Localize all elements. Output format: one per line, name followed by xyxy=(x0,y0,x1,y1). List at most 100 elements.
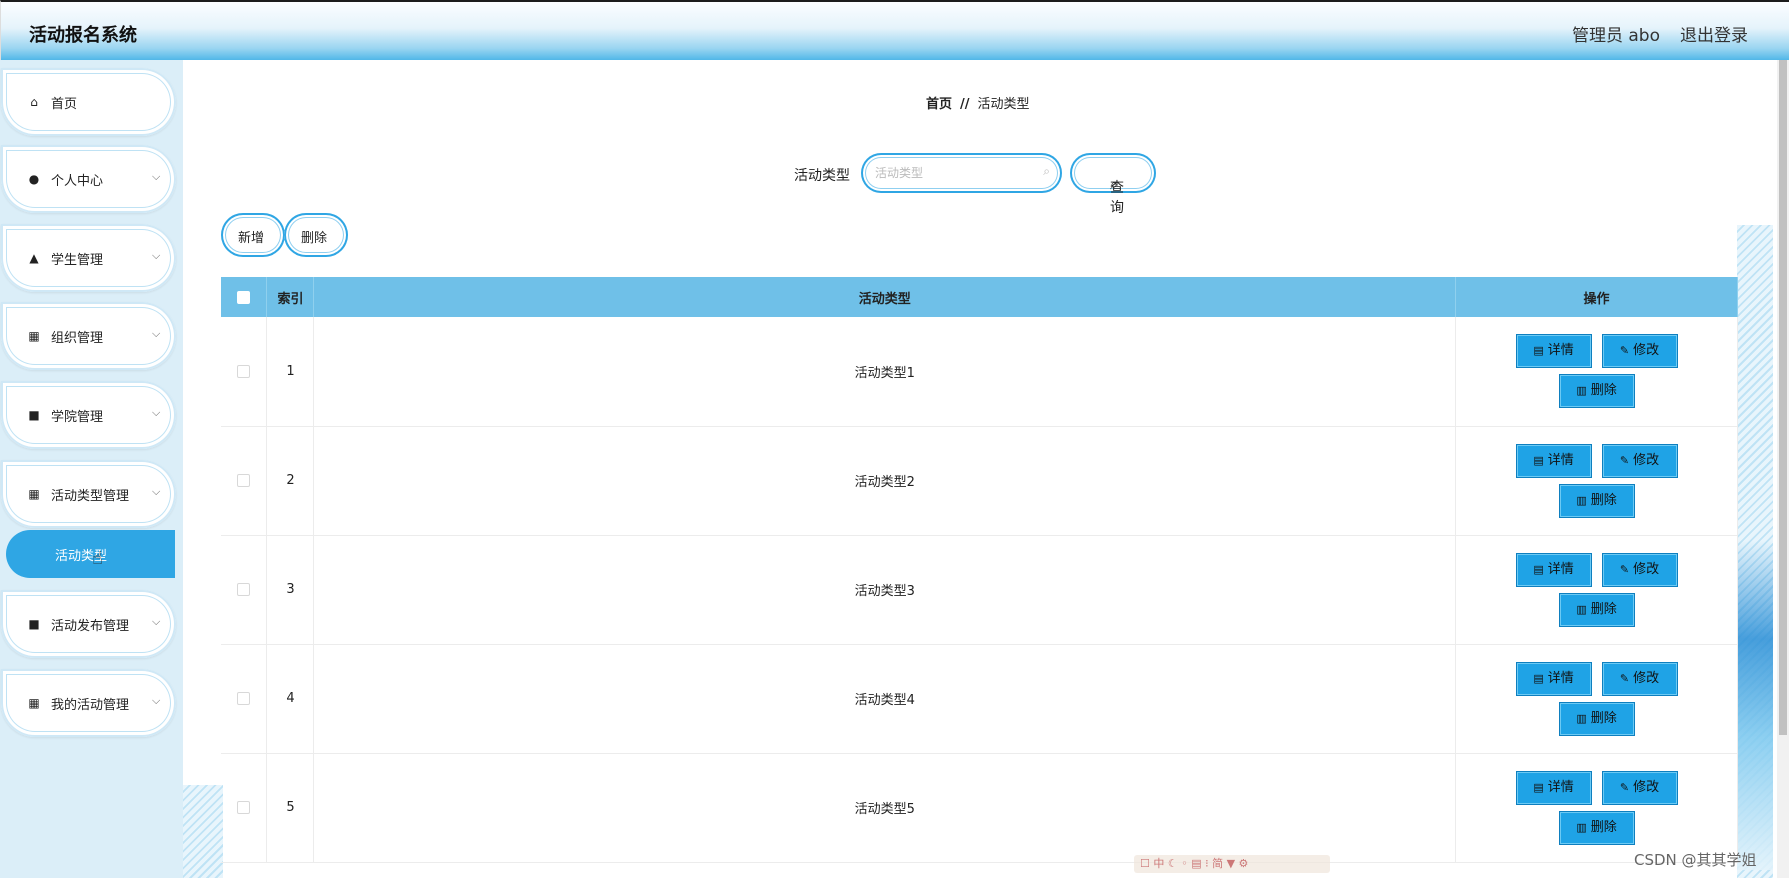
edit-button-label: 修改 xyxy=(1633,779,1660,795)
row-delete-button[interactable]: ▥ 删除 xyxy=(1558,701,1635,736)
sidebar-item-label: 学生管理 xyxy=(51,253,104,268)
sidebar-item-label: 学院管理 xyxy=(51,410,104,425)
sidebar-item-activity-type-management[interactable]: ▦ 活动类型管理 ⌵ xyxy=(1,460,176,528)
column-header-actions: 操作 xyxy=(1455,277,1738,317)
document-icon: ▤ xyxy=(1533,671,1544,685)
search-label: 活动类型 xyxy=(794,168,850,184)
row-delete-button-label: 删除 xyxy=(1590,819,1617,835)
sidebar-item-personal-center[interactable]: ● 个人中心 ⌵ xyxy=(1,145,176,213)
sidebar-item-college-management[interactable]: ■ 学院管理 ⌵ xyxy=(1,381,176,449)
sidebar-item-label: 组织管理 xyxy=(51,331,104,346)
row-delete-button[interactable]: ▥ 删除 xyxy=(1558,483,1635,518)
row-index: 3 xyxy=(266,535,315,645)
detail-button[interactable]: ▤ 详情 xyxy=(1515,443,1592,478)
grid-icon: ▦ xyxy=(28,329,40,343)
detail-button[interactable]: ▤ 详情 xyxy=(1515,770,1592,805)
student-icon: ▲ xyxy=(29,251,39,265)
row-select-cell xyxy=(221,317,268,427)
sidebar: ⌂ 首页 ● 个人中心 ⌵ ▲ 学生管理 ⌵ ▦ 组织管理 ⌵ ■ 学院管理 ⌵… xyxy=(0,60,183,878)
user-info: 管理员 abo xyxy=(1571,26,1660,46)
query-button[interactable]: 查询 ⌕ xyxy=(1070,153,1156,216)
sidebar-item-my-activity-management[interactable]: ▦ 我的活动管理 ⌵ xyxy=(1,669,176,737)
search-box: ⌕ xyxy=(861,153,1062,193)
edit-button[interactable]: ✎ 修改 xyxy=(1601,770,1678,805)
hand-cursor-icon: ☝ xyxy=(92,548,103,569)
row-activity-type: 活动类型4 xyxy=(313,644,1457,754)
pencil-icon: ✎ xyxy=(1619,780,1630,794)
trash-icon: ▥ xyxy=(1576,384,1587,398)
row-delete-button[interactable]: ▥ 删除 xyxy=(1558,592,1635,627)
top-bar: 活动报名系统 管理员 abo 退出登录 xyxy=(0,0,1789,60)
detail-button[interactable]: ▤ 详情 xyxy=(1515,552,1592,587)
detail-button-label: 详情 xyxy=(1547,670,1574,686)
row-checkbox[interactable] xyxy=(237,474,251,487)
row-select-cell xyxy=(221,535,268,645)
scrollbar-thumb[interactable] xyxy=(1779,60,1787,735)
ime-toolbar[interactable]: ☐ 中 ☾ ◦ ▤ ⁝ 简 ▼ ⚙ xyxy=(1134,855,1330,873)
add-button-label: 新增 xyxy=(238,231,265,246)
edit-button-label: 修改 xyxy=(1633,561,1660,577)
sidebar-subitem-activity-type[interactable]: 活动类型 xyxy=(6,530,175,578)
user-icon: ● xyxy=(28,172,40,186)
detail-button[interactable]: ▤ 详情 xyxy=(1515,661,1592,696)
delete-button-label: 删除 xyxy=(301,231,328,246)
chevron-down-icon: ⌵ xyxy=(152,485,161,498)
row-select-cell xyxy=(221,644,268,754)
sidebar-item-home[interactable]: ⌂ 首页 xyxy=(1,68,176,136)
sidebar-item-label: 活动类型管理 xyxy=(51,489,130,504)
grid-icon: ▦ xyxy=(28,487,40,501)
table-row: 2 活动类型2 ▤ 详情 ✎ 修改 ▥ 删除 xyxy=(221,426,1738,536)
breadcrumb-current: 活动类型 xyxy=(977,97,1030,112)
detail-button-label: 详情 xyxy=(1547,343,1574,359)
edit-button[interactable]: ✎ 修改 xyxy=(1601,552,1678,587)
sidebar-item-student-management[interactable]: ▲ 学生管理 ⌵ xyxy=(1,224,176,292)
row-checkbox[interactable] xyxy=(237,364,251,378)
activity-type-table: 索引 活动类型 操作 1 活动类型1 ▤ 详情 ✎ 修改 ▥ 删除 2 活动类型2 ▤ 详… xyxy=(221,277,1738,863)
edit-button[interactable]: ✎ 修改 xyxy=(1601,443,1678,478)
sidebar-item-label: 我的活动管理 xyxy=(51,698,130,713)
table-row: 4 活动类型4 ▤ 详情 ✎ 修改 ▥ 删除 xyxy=(221,644,1738,754)
table-row: 1 活动类型1 ▤ 详情 ✎ 修改 ▥ 删除 xyxy=(221,317,1738,427)
scrollbar[interactable] xyxy=(1777,60,1789,878)
edit-button-label: 修改 xyxy=(1633,452,1660,468)
search-input[interactable] xyxy=(875,163,1035,183)
edit-button[interactable]: ✎ 修改 xyxy=(1601,661,1678,696)
trash-icon: ▥ xyxy=(1576,602,1587,616)
column-header-index: 索引 xyxy=(266,277,315,317)
row-checkbox[interactable] xyxy=(237,692,251,705)
document-icon: ▤ xyxy=(1533,562,1544,576)
select-all-checkbox[interactable] xyxy=(237,290,251,304)
sidebar-item-label: 首页 xyxy=(51,97,78,112)
trash-icon: ▥ xyxy=(1576,711,1587,725)
logout-link[interactable]: 退出登录 xyxy=(1680,21,1748,46)
breadcrumb-separator: // xyxy=(960,97,970,112)
row-delete-button[interactable]: ▥ 删除 xyxy=(1558,810,1635,845)
row-actions: ▤ 详情 ✎ 修改 ▥ 删除 xyxy=(1455,753,1738,863)
delete-button[interactable]: 删除 xyxy=(284,213,348,257)
row-select-cell xyxy=(221,426,268,536)
sidebar-item-organization-management[interactable]: ▦ 组织管理 ⌵ xyxy=(1,302,176,370)
row-checkbox[interactable] xyxy=(237,583,251,596)
edit-button[interactable]: ✎ 修改 xyxy=(1601,334,1678,369)
briefcase-icon: ■ xyxy=(28,617,40,631)
sidebar-item-activity-publish-management[interactable]: ■ 活动发布管理 ⌵ xyxy=(1,590,176,658)
row-actions: ▤ 详情 ✎ 修改 ▥ 删除 xyxy=(1455,535,1738,645)
add-button[interactable]: 新增 xyxy=(221,213,285,257)
row-checkbox[interactable] xyxy=(237,801,251,814)
row-activity-type: 活动类型2 xyxy=(313,426,1457,536)
pencil-icon: ✎ xyxy=(1619,671,1630,685)
document-icon: ▤ xyxy=(1533,780,1544,794)
row-delete-button-label: 删除 xyxy=(1590,601,1617,617)
chevron-down-icon: ⌵ xyxy=(152,170,161,183)
row-delete-button[interactable]: ▥ 删除 xyxy=(1558,374,1635,409)
chevron-down-icon: ⌵ xyxy=(152,406,161,419)
sidebar-item-label: 活动发布管理 xyxy=(51,619,130,634)
row-select-cell xyxy=(221,753,268,863)
row-actions: ▤ 详情 ✎ 修改 ▥ 删除 xyxy=(1455,644,1738,754)
school-icon: ■ xyxy=(28,408,40,422)
row-activity-type: 活动类型3 xyxy=(313,535,1457,645)
breadcrumb-home[interactable]: 首页 xyxy=(926,97,952,112)
detail-button[interactable]: ▤ 详情 xyxy=(1515,334,1592,369)
row-activity-type: 活动类型5 xyxy=(313,753,1457,863)
chevron-down-icon: ⌵ xyxy=(152,249,161,262)
